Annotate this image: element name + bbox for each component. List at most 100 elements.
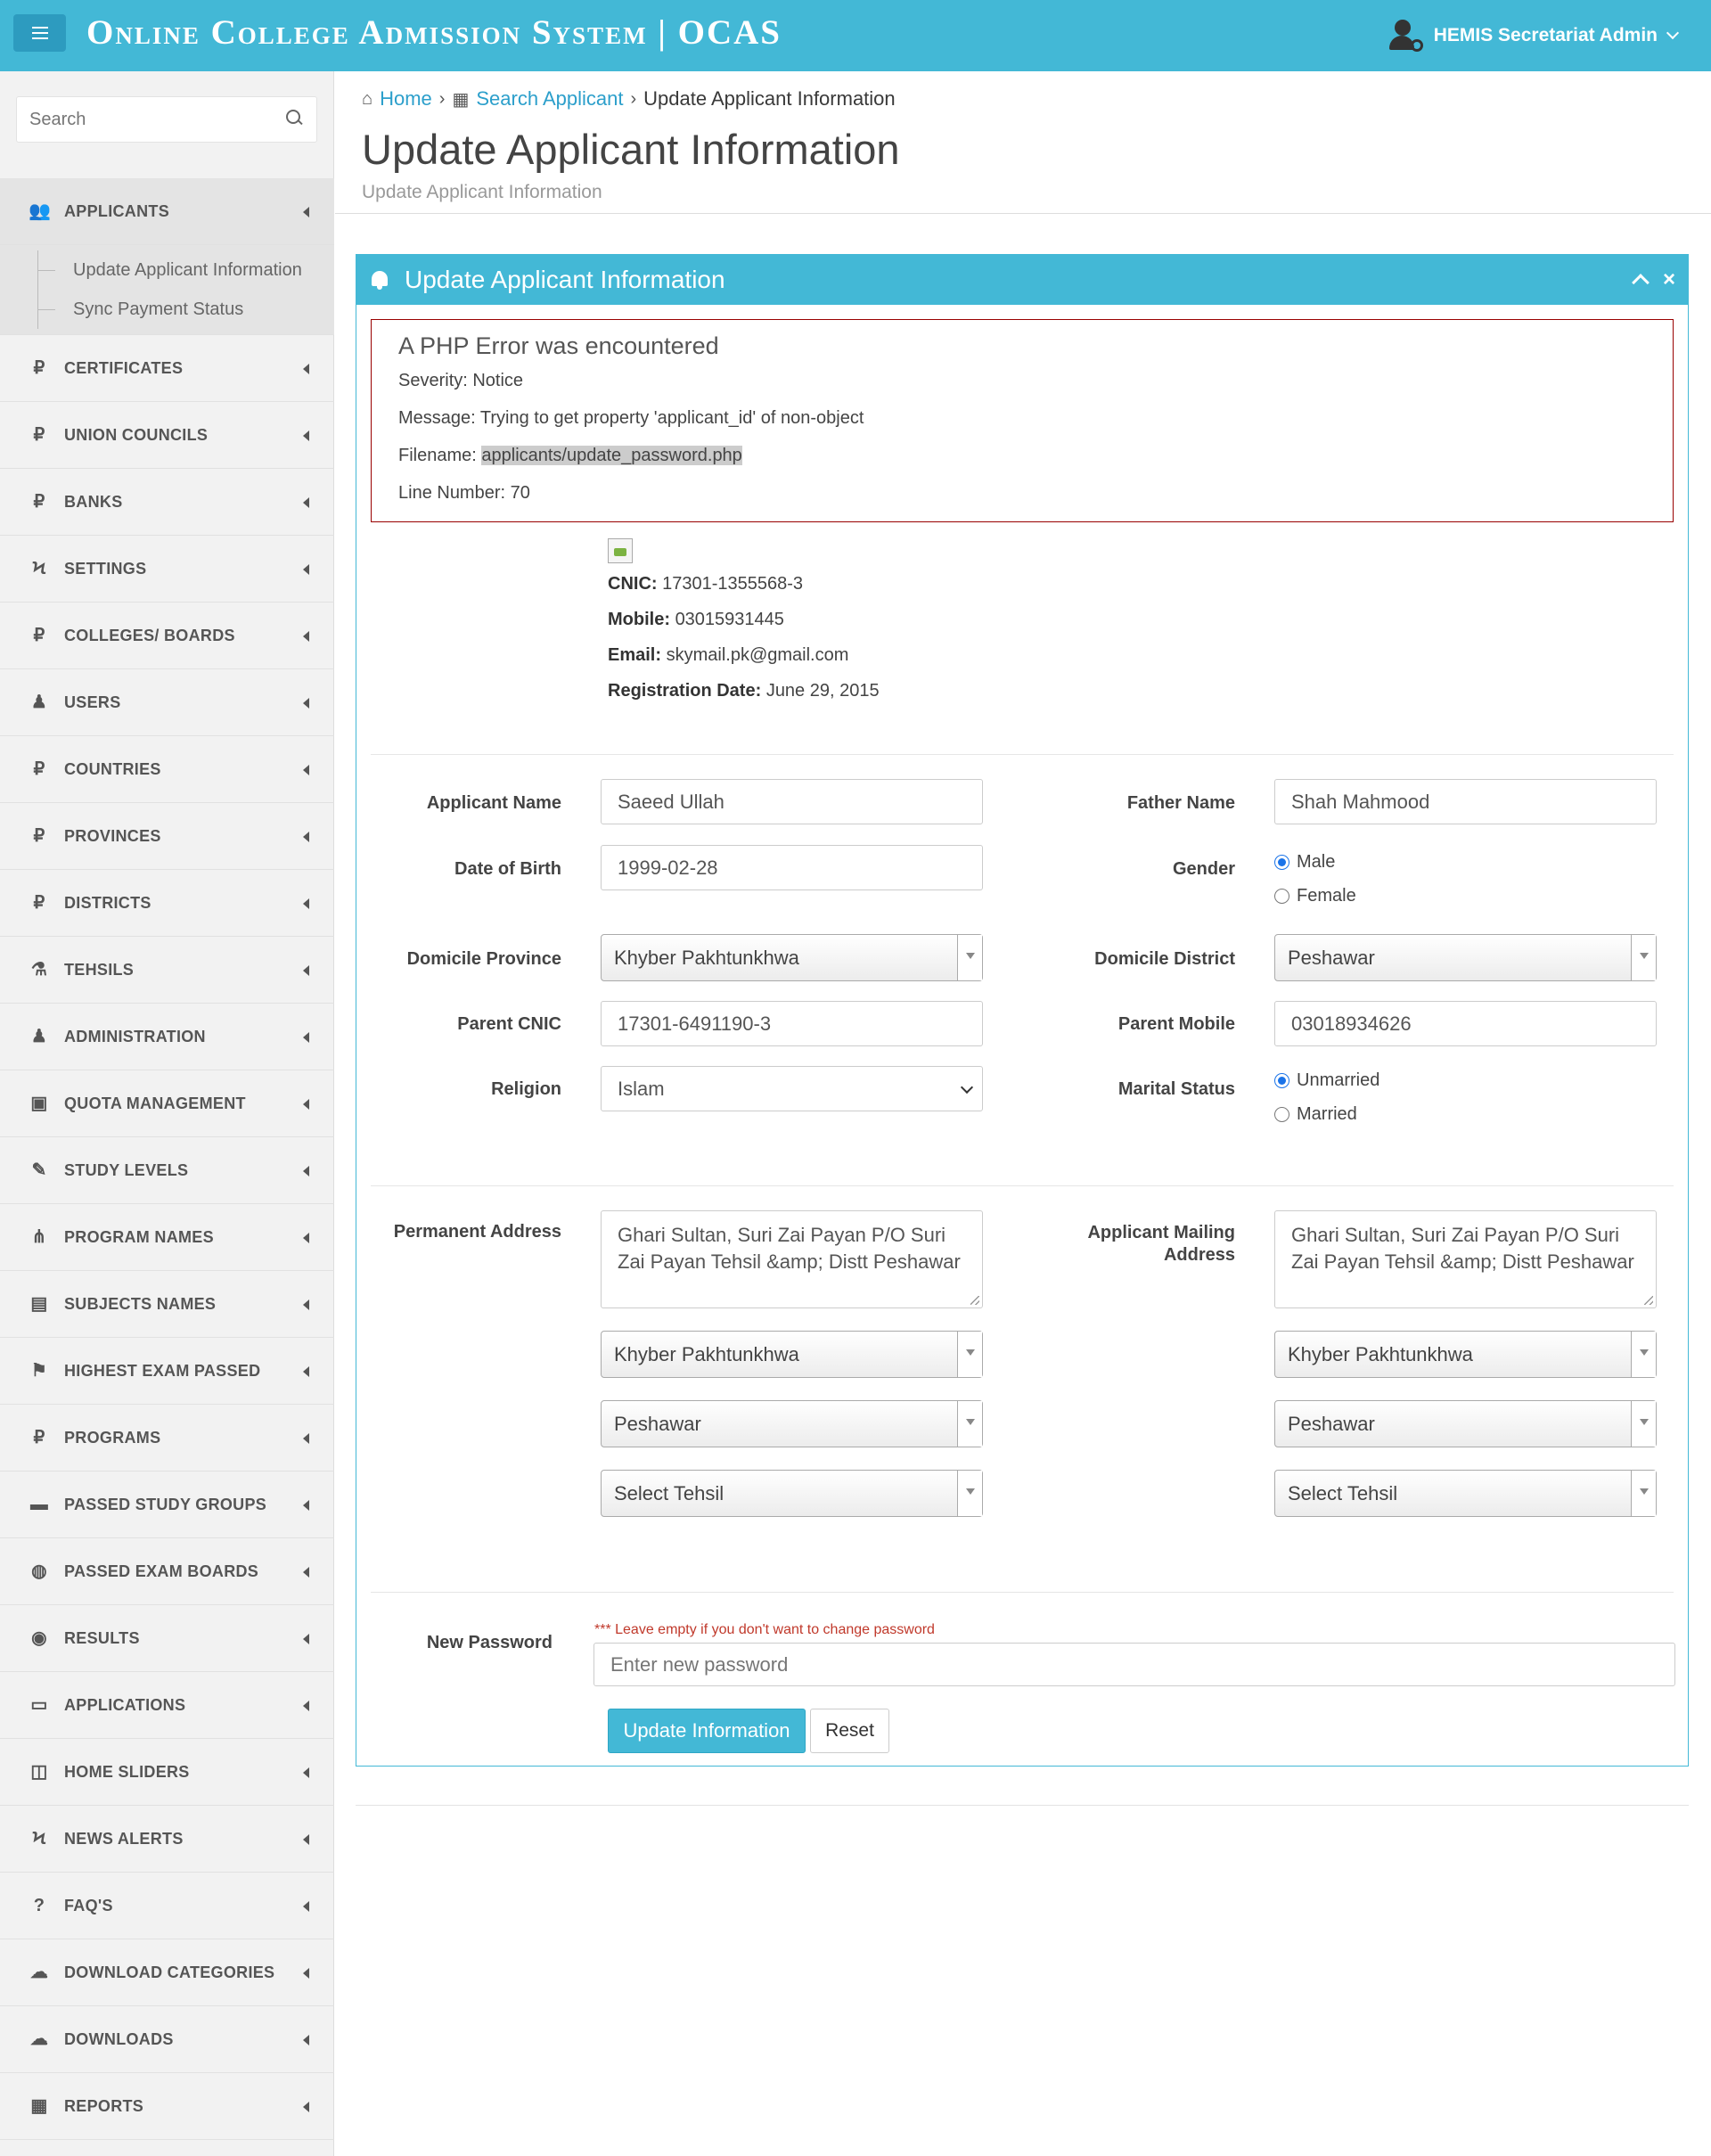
parent-cnic-input[interactable]: 17301-6491190-3 (601, 1001, 983, 1046)
sidebar-item-programs[interactable]: ₽ PROGRAMS (0, 1405, 334, 1471)
caret-left-icon (303, 1366, 309, 1377)
gender-male-radio[interactable]: Male (1274, 852, 1335, 873)
sidebar-item-label: APPLICANTS (64, 201, 170, 220)
reset-button[interactable]: Reset (810, 1709, 889, 1753)
user-name: HEMIS Secretariat Admin (1433, 25, 1658, 45)
user-menu[interactable]: HEMIS Secretariat Admin (1388, 18, 1680, 53)
sidebar-item-results[interactable]: ◉ RESULTS (0, 1605, 334, 1672)
permanent-province-select[interactable]: Khyber Pakhtunkhwa (601, 1331, 983, 1378)
sidebar-item-home-sliders[interactable]: ◫ HOME SLIDERS (0, 1739, 334, 1806)
permanent-district-select[interactable]: Peshawar (601, 1400, 983, 1447)
sidebar-item-label: TEHSILS (64, 960, 135, 979)
caret-left-icon (303, 497, 309, 508)
caret-left-icon (303, 1834, 309, 1845)
divider (356, 1805, 1689, 1806)
gender-female-radio[interactable]: Female (1274, 886, 1356, 906)
domicile-district-select[interactable]: Peshawar (1274, 934, 1657, 981)
sidebar-item-download-categories[interactable]: ☁ DOWNLOAD CATEGORIES (0, 1939, 334, 2006)
permanent-tehsil-select[interactable]: Select Tehsil (601, 1470, 983, 1517)
domicile-district-value: Peshawar (1288, 946, 1375, 969)
sidebar-item-subjects-names[interactable]: ▤ SUBJECTS NAMES (0, 1271, 334, 1338)
sidebar-item-certificates[interactable]: ₽ CERTIFICATES (0, 335, 334, 402)
submenu-item[interactable]: Sync Payment Status (0, 290, 334, 329)
gamepad-icon: ◫ (30, 1762, 48, 1782)
close-icon[interactable]: × (1663, 269, 1675, 291)
caret-left-icon (303, 1233, 309, 1243)
sidebar-item-highest-exam-passed[interactable]: ⚑ HIGHEST EXAM PASSED (0, 1338, 334, 1405)
sidebar-item-reports[interactable]: ▦ REPORTS (0, 2073, 334, 2140)
submenu-item[interactable]: Update Applicant Information (0, 250, 334, 290)
permanent-province-value: Khyber Pakhtunkhwa (614, 1342, 799, 1365)
marital-unmarried-radio[interactable]: Unmarried (1274, 1070, 1379, 1091)
breadcrumb-search-applicant[interactable]: Search Applicant (476, 87, 623, 111)
mailing-province-select[interactable]: Khyber Pakhtunkhwa (1274, 1331, 1657, 1378)
sidebar-item-colleges-boards[interactable]: ₽ COLLEGES/ BOARDS (0, 603, 334, 669)
sidebar-item-users[interactable]: ♟ USERS (0, 669, 334, 736)
app-title[interactable]: Online College Admission System | OCAS (86, 12, 782, 53)
update-information-button[interactable]: Update Information (608, 1709, 806, 1753)
password-hint: *** Leave empty if you don't want to cha… (594, 1622, 935, 1637)
sidebar-item-banks[interactable]: ₽ BANKS (0, 469, 334, 536)
sidebar-item-label: DOWNLOADS (64, 2029, 174, 2048)
sidebar-item-union-councils[interactable]: ₽ UNION COUNCILS (0, 402, 334, 469)
sidebar-item-districts[interactable]: ₽ DISTRICTS (0, 870, 334, 937)
sidebar-item-news-alerts[interactable]: ϟ NEWS ALERTS (0, 1806, 334, 1873)
main-content: ⌂ Home › ▦ Search Applicant › Update App… (335, 71, 1711, 2156)
new-password-input[interactable] (594, 1643, 1675, 1686)
page-subtitle: Update Applicant Information (362, 182, 602, 202)
permanent-tehsil-value: Select Tehsil (614, 1481, 725, 1504)
mailing-tehsil-select[interactable]: Select Tehsil (1274, 1470, 1657, 1517)
religion-select[interactable]: Islam (601, 1066, 983, 1111)
ruble-icon: ₽ (33, 1428, 45, 1447)
father-name-input[interactable]: Shah Mahmood (1274, 779, 1657, 824)
sidebar-item-downloads[interactable]: ☁ DOWNLOADS (0, 2006, 334, 2073)
update-panel: Update Applicant Information × A PHP Err… (356, 254, 1689, 1767)
sidebar-item-administration[interactable]: ♟ ADMINISTRATION (0, 1004, 334, 1070)
panel-title: Update Applicant Information (405, 266, 725, 293)
permanent-address-label: Permanent Address (393, 1222, 561, 1242)
dropdown-arrow-icon (957, 1332, 982, 1377)
caret-left-icon (303, 1767, 309, 1778)
caret-left-icon (303, 2035, 309, 2045)
ruble-icon: ₽ (33, 425, 45, 445)
mailing-address-textarea[interactable]: Ghari Sultan, Suri Zai Payan P/O Suri Za… (1274, 1210, 1657, 1308)
sidebar-item-provinces[interactable]: ₽ PROVINCES (0, 803, 334, 870)
sidebar-item-study-levels[interactable]: ✎ STUDY LEVELS (0, 1137, 334, 1204)
globe-icon: ◍ (31, 1562, 47, 1581)
domicile-province-value: Khyber Pakhtunkhwa (614, 946, 799, 969)
sidebar-item-program-names[interactable]: ⋔ PROGRAM NAMES (0, 1204, 334, 1271)
sidebar-item-settings[interactable]: ϟ SETTINGS (0, 536, 334, 603)
breadcrumb-home[interactable]: Home (380, 87, 432, 111)
caret-left-icon (303, 1968, 309, 1979)
divider (371, 754, 1674, 755)
collapse-icon[interactable] (1632, 274, 1650, 291)
dropdown-arrow-icon (957, 1401, 982, 1447)
applicant-name-input[interactable]: Saeed Ullah (601, 779, 983, 824)
sidebar-item-passed-exam-boards[interactable]: ◍ PASSED EXAM BOARDS (0, 1538, 334, 1605)
menu-toggle-button[interactable] (13, 14, 66, 52)
parent-mobile-input[interactable]: 03018934626 (1274, 1001, 1657, 1046)
sidebar-item-label: QUOTA MANAGEMENT (64, 1094, 246, 1112)
search-input[interactable] (17, 97, 266, 142)
search-icon[interactable] (286, 110, 302, 126)
sidebar-search (16, 96, 317, 143)
caret-left-icon (303, 965, 309, 976)
sidebar-item-quota-management[interactable]: ▣ QUOTA MANAGEMENT (0, 1070, 334, 1137)
ruble-icon: ₽ (33, 358, 45, 378)
sidebar-item-label: ADMINISTRATION (64, 1027, 206, 1045)
sidebar-item-countries[interactable]: ₽ COUNTRIES (0, 736, 334, 803)
dropdown-arrow-icon (1631, 935, 1656, 980)
mailing-district-select[interactable]: Peshawar (1274, 1400, 1657, 1447)
sidebar-item-applicants[interactable]: 👥 APPLICANTS (0, 178, 334, 245)
marital-married-radio[interactable]: Married (1274, 1104, 1357, 1125)
mobile-value: 03015931445 (675, 610, 784, 629)
permanent-address-textarea[interactable]: Ghari Sultan, Suri Zai Payan P/O Suri Za… (601, 1210, 983, 1308)
religion-value: Islam (618, 1077, 665, 1100)
sidebar-item-tehsils[interactable]: ⚗ TEHSILS (0, 937, 334, 1004)
dob-input[interactable]: 1999-02-28 (601, 845, 983, 890)
parent-cnic-label: Parent CNIC (457, 1014, 561, 1034)
domicile-province-select[interactable]: Khyber Pakhtunkhwa (601, 934, 983, 981)
sidebar-item-passed-study-groups[interactable]: ▬ PASSED STUDY GROUPS (0, 1471, 334, 1538)
sidebar-item-faq-s[interactable]: ? FAQ'S (0, 1873, 334, 1939)
sidebar-item-applications[interactable]: ▭ APPLICATIONS (0, 1672, 334, 1739)
